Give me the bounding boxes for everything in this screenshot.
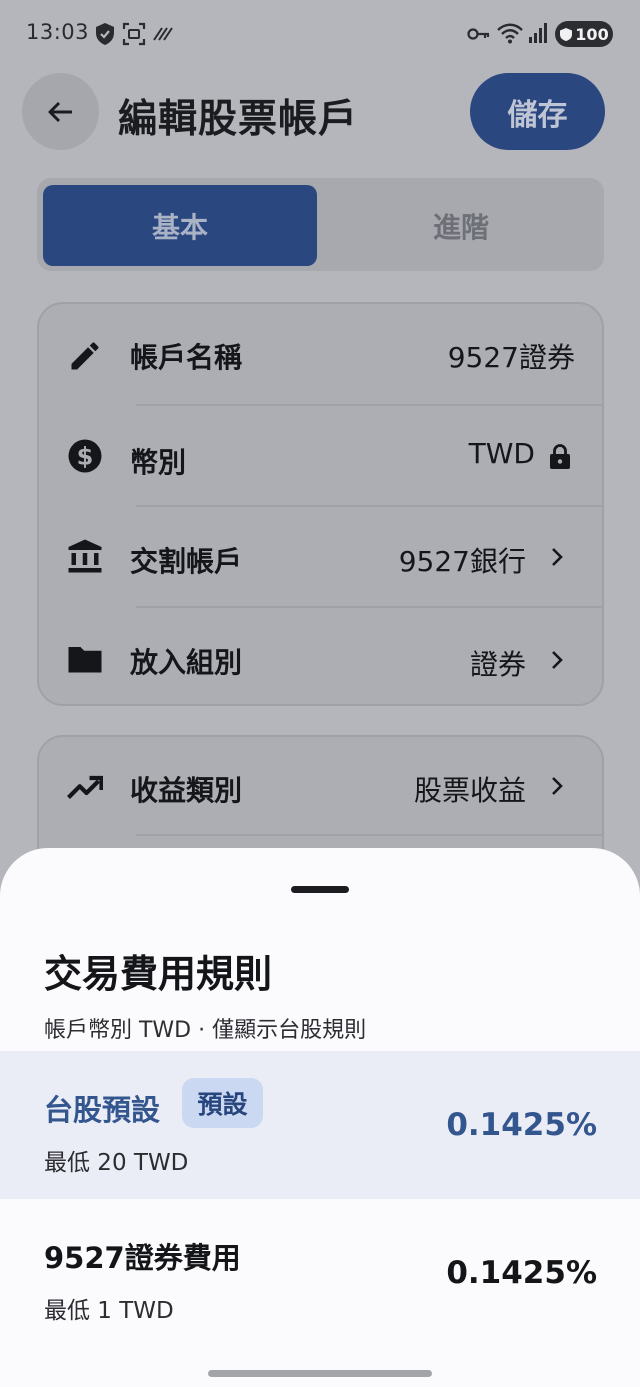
bank-icon	[68, 539, 102, 573]
chevron-right-icon	[552, 777, 563, 795]
no-signal-icon	[153, 27, 173, 41]
settlement-account-value: 9527銀行	[398, 545, 526, 578]
default-badge: 預設	[182, 1078, 263, 1128]
fee-rule-minimum: 最低 20 TWD	[44, 1150, 189, 1176]
income-type-label: 收益類別	[130, 774, 243, 807]
chevron-right-icon	[552, 548, 563, 566]
sheet-subtitle: 帳戶幣別 TWD · 僅顯示台股規則	[44, 1018, 367, 1043]
battery-level: 100	[575, 24, 609, 44]
fee-rule-rate: 0.1425%	[446, 1255, 597, 1291]
group-label: 放入組別	[130, 646, 243, 679]
pencil-icon	[71, 342, 99, 370]
fee-rule-minimum: 最低 1 TWD	[44, 1298, 174, 1324]
currency-row: $ 幣別 TWD	[39, 405, 602, 506]
group-row[interactable]: 放入組別 證券	[39, 607, 602, 704]
key-icon	[467, 28, 490, 40]
income-type-row[interactable]: 收益類別 股票收益	[39, 737, 602, 838]
arrow-left-icon	[48, 101, 72, 122]
page-title: 編輯股票帳戶	[118, 97, 359, 142]
lock-icon	[550, 444, 570, 469]
drag-handle[interactable]	[291, 886, 349, 893]
tab-advanced[interactable]: 進階	[324, 185, 598, 266]
cell-signal-icon	[529, 23, 547, 43]
tab-basic[interactable]: 基本	[43, 185, 317, 266]
status-bar: 13:03 100	[0, 0, 640, 66]
sheet-title: 交易費用規則	[44, 952, 273, 996]
group-value: 證券	[469, 648, 526, 681]
account-settings-card: 帳戶名稱 9527證券 $ 幣別 TWD 交割帳戶 9527銀行 放入組別 證券	[37, 302, 604, 706]
fee-rule-rate: 0.1425%	[446, 1107, 597, 1143]
fee-rule-item-9527[interactable]: 9527證券費用 最低 1 TWD 0.1425%	[0, 1199, 640, 1347]
battery-indicator: 100	[555, 21, 613, 47]
screenshot-icon	[122, 22, 146, 46]
fee-rule-name: 9527證券費用	[44, 1241, 241, 1275]
chevron-right-icon	[552, 651, 563, 669]
divider	[136, 834, 602, 836]
back-button[interactable]	[22, 73, 99, 150]
currency-value: TWD	[468, 437, 535, 470]
settlement-account-label: 交割帳戶	[130, 545, 243, 578]
account-name-label: 帳戶名稱	[130, 341, 243, 374]
segmented-tabs: 基本 進階	[37, 178, 604, 271]
home-indicator[interactable]	[208, 1370, 432, 1377]
account-name-value: 9527證券	[447, 341, 575, 374]
fee-rule-item-default[interactable]: 台股預設 預設 最低 20 TWD 0.1425%	[0, 1051, 640, 1199]
folder-icon	[68, 647, 102, 673]
settlement-account-row[interactable]: 交割帳戶 9527銀行	[39, 506, 602, 607]
svg-text:$: $	[77, 442, 94, 470]
fee-rule-name: 台股預設	[44, 1093, 161, 1127]
income-type-value: 股票收益	[413, 774, 526, 807]
trending-up-icon	[67, 775, 103, 799]
shield-icon	[96, 23, 114, 45]
save-button[interactable]: 儲存	[470, 73, 605, 150]
battery-icon	[560, 27, 573, 41]
fee-rules-bottom-sheet: 交易費用規則 帳戶幣別 TWD · 僅顯示台股規則 台股預設 預設 最低 20 …	[0, 848, 640, 1387]
account-name-row[interactable]: 帳戶名稱 9527證券	[39, 304, 602, 405]
currency-label: 幣別	[130, 446, 187, 479]
dollar-icon: $	[68, 439, 102, 473]
wifi-icon	[497, 23, 523, 44]
status-time: 13:03	[26, 20, 90, 44]
